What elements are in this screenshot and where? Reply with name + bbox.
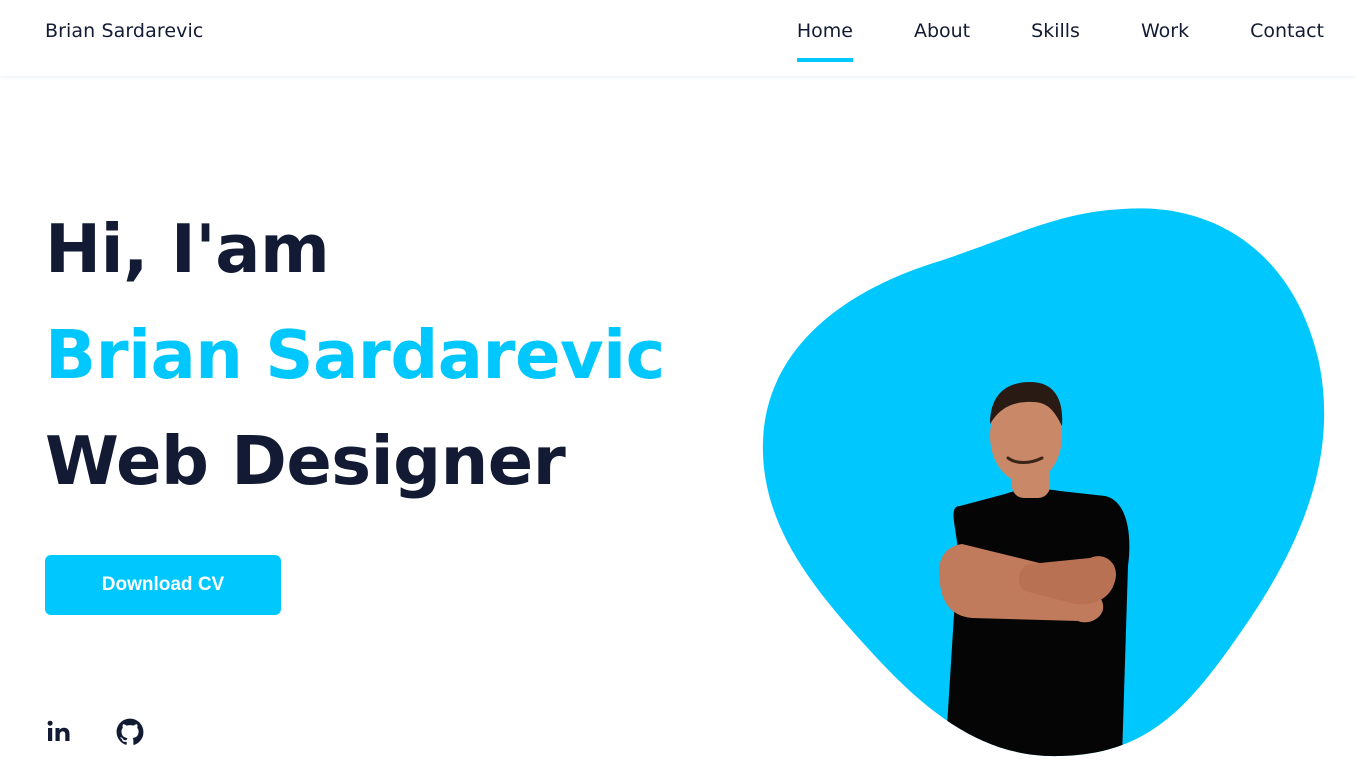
- hero-name: Brian Sardarevic: [45, 316, 665, 394]
- hero-role: Web Designer: [45, 422, 566, 500]
- hero-image: [760, 206, 1328, 758]
- linkedin-link[interactable]: [45, 718, 73, 746]
- nav-item-contact[interactable]: Contact: [1250, 0, 1324, 62]
- nav-item-skills[interactable]: Skills: [1031, 0, 1080, 62]
- profile-blob: [762, 208, 1325, 757]
- github-icon: [116, 718, 144, 745]
- site-header: Brian Sardarevic Home About Skills Work …: [0, 0, 1356, 76]
- nav-item-work[interactable]: Work: [1141, 0, 1189, 62]
- nav-item-about[interactable]: About: [914, 0, 970, 62]
- download-cv-button[interactable]: Download CV: [45, 555, 281, 615]
- hero-text: Hi, I'am Brian Sardarevic Web Designer: [45, 196, 665, 514]
- hero-greeting: Hi, I'am: [45, 210, 330, 288]
- github-link[interactable]: [116, 718, 144, 746]
- nav-item-home[interactable]: Home: [796, 0, 854, 62]
- logo-link[interactable]: Brian Sardarevic: [45, 20, 203, 42]
- social-links: [45, 718, 144, 746]
- linkedin-icon: [47, 720, 70, 741]
- main-nav: Home About Skills Work Contact: [796, 0, 1324, 76]
